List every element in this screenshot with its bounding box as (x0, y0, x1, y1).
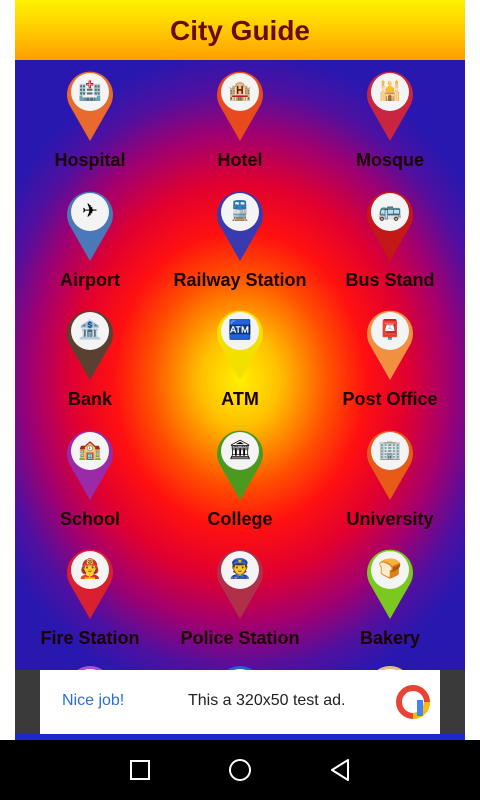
category-bus-stand[interactable]: 🚌 Bus Stand (315, 184, 465, 303)
category-college[interactable]: 🏛 College (165, 423, 315, 542)
bakery-icon: 🍞 (378, 559, 402, 580)
map-pin: 🏛 (215, 427, 265, 501)
map-pin: 🍞 (365, 546, 415, 620)
map-pin: 🧑‍🚒 (65, 546, 115, 620)
school-icon: 🏫 (78, 439, 102, 461)
category-grid: 🏥 Hospital 🏨 Hotel 🕌 Mosque ✈ Airport 🚆 Railway S… (15, 60, 465, 670)
category-railway-station[interactable]: 🚆 Railway Station (165, 184, 315, 303)
map-pin: 🏢 (365, 427, 415, 501)
ad-text: This a 320x50 test ad. (188, 692, 346, 709)
category-label: ATM (221, 389, 259, 409)
bank-icon: 🏦 (78, 320, 102, 341)
category-hospital[interactable]: 🏥 Hospital (15, 64, 165, 183)
category-bakery[interactable]: 🍞 Bakery (315, 542, 465, 661)
hospital-icon: 🏥 (78, 81, 102, 102)
ad-choices-icon[interactable] (395, 684, 431, 720)
bus-icon: 🚌 (378, 200, 402, 222)
category-bank[interactable]: 🏦 Bank (15, 303, 165, 422)
category-label: Railway Station (173, 269, 307, 290)
category-label: Police Station (180, 628, 300, 648)
app-title: City Guide (169, 15, 310, 46)
recents-icon[interactable] (126, 756, 154, 784)
university-icon: 🏢 (378, 439, 402, 461)
category-label: Mosque (355, 150, 424, 170)
atm-icon: 🏧 (228, 320, 252, 341)
post-office-icon: 📮 (378, 320, 402, 341)
map-pin: 🕌 (365, 68, 415, 142)
map-pin: 🏨 (215, 68, 265, 142)
left-edge (0, 0, 15, 740)
category-university[interactable]: 🏢 University (315, 423, 465, 542)
category-label: Hospital (54, 150, 126, 170)
airport-icon: ✈ (82, 200, 98, 222)
category-fire-station[interactable]: 🧑‍🚒 Fire Station (15, 542, 165, 661)
map-pin: 📮 (365, 307, 415, 381)
category-label: University (346, 508, 434, 529)
police-icon: 👮 (228, 559, 252, 580)
mosque-icon: 🕌 (378, 81, 402, 102)
map-pin: 🏦 (65, 307, 115, 381)
map-pin: 🚌 (365, 188, 415, 262)
app-window: City Guide 🏥 Hospital 🏨 Hotel 🕌 Mosque ✈ Airpor… (15, 0, 465, 740)
category-label: College (207, 508, 273, 529)
title-bar: City Guide (15, 0, 465, 60)
ad-badge: Nice job! (62, 692, 125, 709)
category-partial[interactable] (15, 660, 165, 670)
category-label: Bakery (359, 628, 421, 648)
map-pin: ✈ (65, 188, 115, 262)
college-icon: 🏛 (227, 439, 253, 461)
map-pin: 👮 (215, 546, 265, 620)
category-school[interactable]: 🏫 School (15, 423, 165, 542)
category-partial[interactable] (315, 660, 465, 670)
category-airport[interactable]: ✈ Airport (15, 184, 165, 303)
home-icon[interactable] (226, 756, 254, 784)
ad-content[interactable]: Nice job! This a 320x50 test ad. (40, 670, 440, 734)
category-police-station[interactable]: 👮 Police Station (165, 542, 315, 661)
firefighter-icon: 🧑‍🚒 (78, 559, 102, 580)
category-hotel[interactable]: 🏨 Hotel (165, 64, 315, 183)
category-label: Bank (67, 389, 112, 409)
map-pin: 🚆 (215, 188, 265, 262)
category-partial[interactable] (165, 660, 315, 670)
back-icon[interactable] (326, 756, 354, 784)
right-edge (465, 0, 480, 740)
map-pin: 🏥 (65, 68, 115, 142)
train-icon: 🚆 (228, 200, 252, 222)
ad-banner[interactable]: Nice job! This a 320x50 test ad. (15, 670, 465, 734)
category-mosque[interactable]: 🕌 Mosque (315, 64, 465, 183)
map-pin: 🏫 (65, 427, 115, 501)
category-post-office[interactable]: 📮 Post Office (315, 303, 465, 422)
category-label: Post Office (342, 389, 438, 409)
category-label: School (59, 508, 120, 529)
category-label: Fire Station (40, 628, 140, 648)
system-nav-bar (0, 740, 480, 800)
category-label: Hotel (217, 150, 263, 170)
category-label: Bus Stand (345, 269, 435, 290)
category-atm[interactable]: 🏧 ATM (165, 303, 315, 422)
map-pin: 🏧 (215, 307, 265, 381)
category-label: Airport (60, 269, 120, 290)
hotel-icon: 🏨 (228, 81, 252, 102)
